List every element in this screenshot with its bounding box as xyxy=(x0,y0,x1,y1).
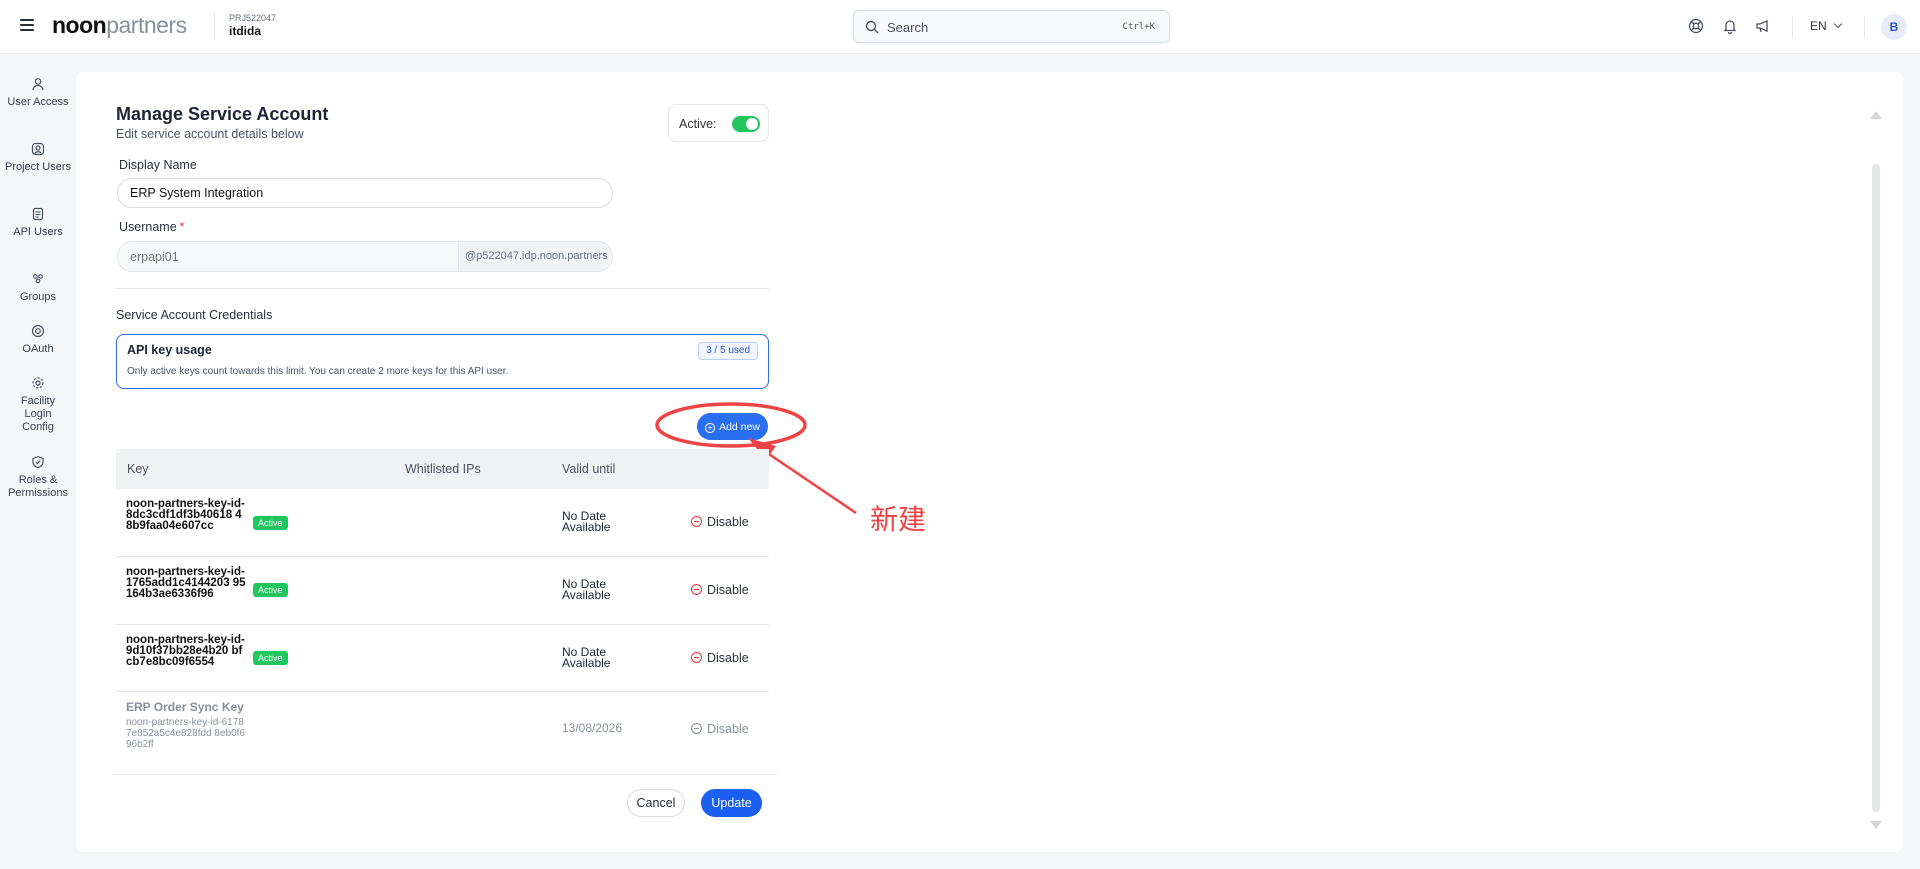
sidebar-item-label: Groups xyxy=(19,291,57,303)
bell-icon[interactable] xyxy=(1721,17,1739,35)
username-field: @p522047.idp.noon.partners xyxy=(117,241,613,272)
sidebar-item-label: OAuth xyxy=(22,343,54,355)
divider xyxy=(1864,16,1865,38)
username-label: Username * xyxy=(119,220,185,234)
disable-button[interactable]: Disable xyxy=(691,722,749,736)
disable-button[interactable]: Disable xyxy=(691,651,749,665)
language-selector[interactable]: EN xyxy=(1810,19,1842,33)
table-row: noon-partners-key-id-9d10f37bb28e4b20 bf… xyxy=(116,625,769,692)
sidebar-item-roles-permissions[interactable]: Roles & Permissions xyxy=(0,455,76,500)
sidebar-item-label: Project Users xyxy=(4,161,72,173)
toggle-knob xyxy=(746,118,758,130)
table-row: ERP Order Sync Key noon-partners-key-id-… xyxy=(116,692,769,773)
sidebar-item-groups[interactable]: Groups xyxy=(0,272,76,304)
divider xyxy=(112,774,777,775)
column-header-whitelisted-ips: Whitlisted IPs xyxy=(405,462,481,476)
search-shortcut: Ctrl+K xyxy=(1122,22,1155,32)
display-name-label: Display Name xyxy=(119,158,197,172)
menu-icon[interactable] xyxy=(20,19,34,31)
usage-title: API key usage xyxy=(127,343,212,357)
sidebar-item-facility-login-config[interactable]: Facility Login Config xyxy=(0,376,76,434)
username-input[interactable] xyxy=(118,242,458,271)
table-row: noon-partners-key-id-8dc3cdf1df3b40618 4… xyxy=(116,489,769,557)
credentials-section-title: Service Account Credentials xyxy=(116,308,273,322)
status-badge: Active xyxy=(253,516,288,530)
project-id: PRJ522047 xyxy=(229,13,277,23)
api-doc-icon xyxy=(32,207,44,221)
status-badge: Active xyxy=(253,583,288,597)
scrollbar[interactable] xyxy=(1872,164,1880,812)
sidebar-item-label: User Access xyxy=(7,96,69,108)
scroll-down-arrow[interactable] xyxy=(1870,821,1882,829)
display-name-input[interactable] xyxy=(117,178,613,208)
status-badge: Active xyxy=(253,651,288,665)
annotation-label: 新建 xyxy=(870,503,927,536)
column-header-valid-until: Valid until xyxy=(562,462,616,476)
update-button[interactable]: Update xyxy=(701,789,762,817)
search-placeholder: Search xyxy=(887,20,929,35)
active-toggle-box: Active: xyxy=(668,104,769,142)
plus-circle-icon: + xyxy=(705,422,716,433)
search-icon xyxy=(865,20,879,34)
megaphone-icon[interactable] xyxy=(1754,17,1772,35)
active-toggle[interactable] xyxy=(732,116,760,132)
sidebar-item-project-users[interactable]: Project Users xyxy=(0,142,76,174)
valid-until: No Date Available xyxy=(562,577,611,602)
divider xyxy=(116,288,769,289)
gear-icon xyxy=(32,377,44,389)
sidebar-item-oauth[interactable]: OAuth xyxy=(0,324,76,356)
sidebar-item-label: Roles & Permissions xyxy=(8,474,68,499)
logo[interactable]: noonpartners xyxy=(52,12,187,39)
page-title: Manage Service Account xyxy=(116,104,329,124)
oauth-icon xyxy=(31,324,45,338)
top-bar: noonpartners PRJ522047 itdida Search Ctr… xyxy=(0,0,1920,54)
usage-count-badge: 3 / 5 used xyxy=(698,342,758,360)
sidebar-item-api-users[interactable]: API Users xyxy=(0,207,76,239)
key-title: ERP Order Sync Key xyxy=(126,700,244,714)
valid-until: No Date Available xyxy=(562,645,611,670)
key-id: noon-partners-key-id-1765add1c4144203 95… xyxy=(126,566,246,600)
scroll-up-arrow[interactable] xyxy=(1870,111,1882,119)
user-icon xyxy=(32,78,44,91)
help-lifebuoy-icon[interactable] xyxy=(1687,17,1705,35)
groups-icon xyxy=(33,274,43,284)
minus-circle-icon xyxy=(691,584,702,595)
sidebar-item-label: Facility Login Config xyxy=(20,395,56,433)
shield-check-icon xyxy=(32,455,44,469)
usage-description: Only active keys count towards this limi… xyxy=(127,366,509,377)
key-id: noon-partners-key-id-9d10f37bb28e4b20 bf… xyxy=(126,634,245,668)
column-header-key: Key xyxy=(127,462,149,476)
table-row: noon-partners-key-id-1765add1c4144203 95… xyxy=(116,557,769,625)
divider xyxy=(1792,16,1793,38)
chevron-down-icon xyxy=(1833,19,1842,29)
required-marker: * xyxy=(179,220,185,234)
cancel-button[interactable]: Cancel xyxy=(627,789,685,817)
valid-until: No Date Available xyxy=(562,509,611,534)
page-subtitle: Edit service account details below xyxy=(116,127,304,141)
search-input[interactable]: Search Ctrl+K xyxy=(853,10,1170,43)
username-domain-suffix: @p522047.idp.noon.partners xyxy=(458,242,612,271)
key-id: noon-partners-key-id-8dc3cdf1df3b40618 4… xyxy=(126,498,245,532)
minus-circle-icon xyxy=(691,652,702,663)
key-id: noon-partners-key-id-61787e852a5c4e828fd… xyxy=(126,717,246,750)
sidebar-item-user-access[interactable]: User Access xyxy=(0,77,76,109)
project-users-icon xyxy=(31,142,45,156)
minus-circle-icon xyxy=(691,723,702,734)
sidebar: User Access Project Users API Users Grou… xyxy=(0,54,76,869)
active-label: Active: xyxy=(679,117,717,131)
minus-circle-icon xyxy=(691,516,702,527)
disable-button[interactable]: Disable xyxy=(691,583,749,597)
divider xyxy=(214,12,215,40)
sidebar-item-label: API Users xyxy=(13,226,63,238)
api-key-usage-card: API key usage Only active keys count tow… xyxy=(116,334,769,389)
table-header: Key Whitlisted IPs Valid until xyxy=(116,449,769,489)
valid-until: 13/08/2026 xyxy=(562,721,623,735)
disable-button[interactable]: Disable xyxy=(691,515,749,529)
add-new-button[interactable]: + Add new xyxy=(697,413,768,440)
project-name[interactable]: itdida xyxy=(229,24,261,38)
avatar[interactable]: B xyxy=(1881,14,1907,40)
